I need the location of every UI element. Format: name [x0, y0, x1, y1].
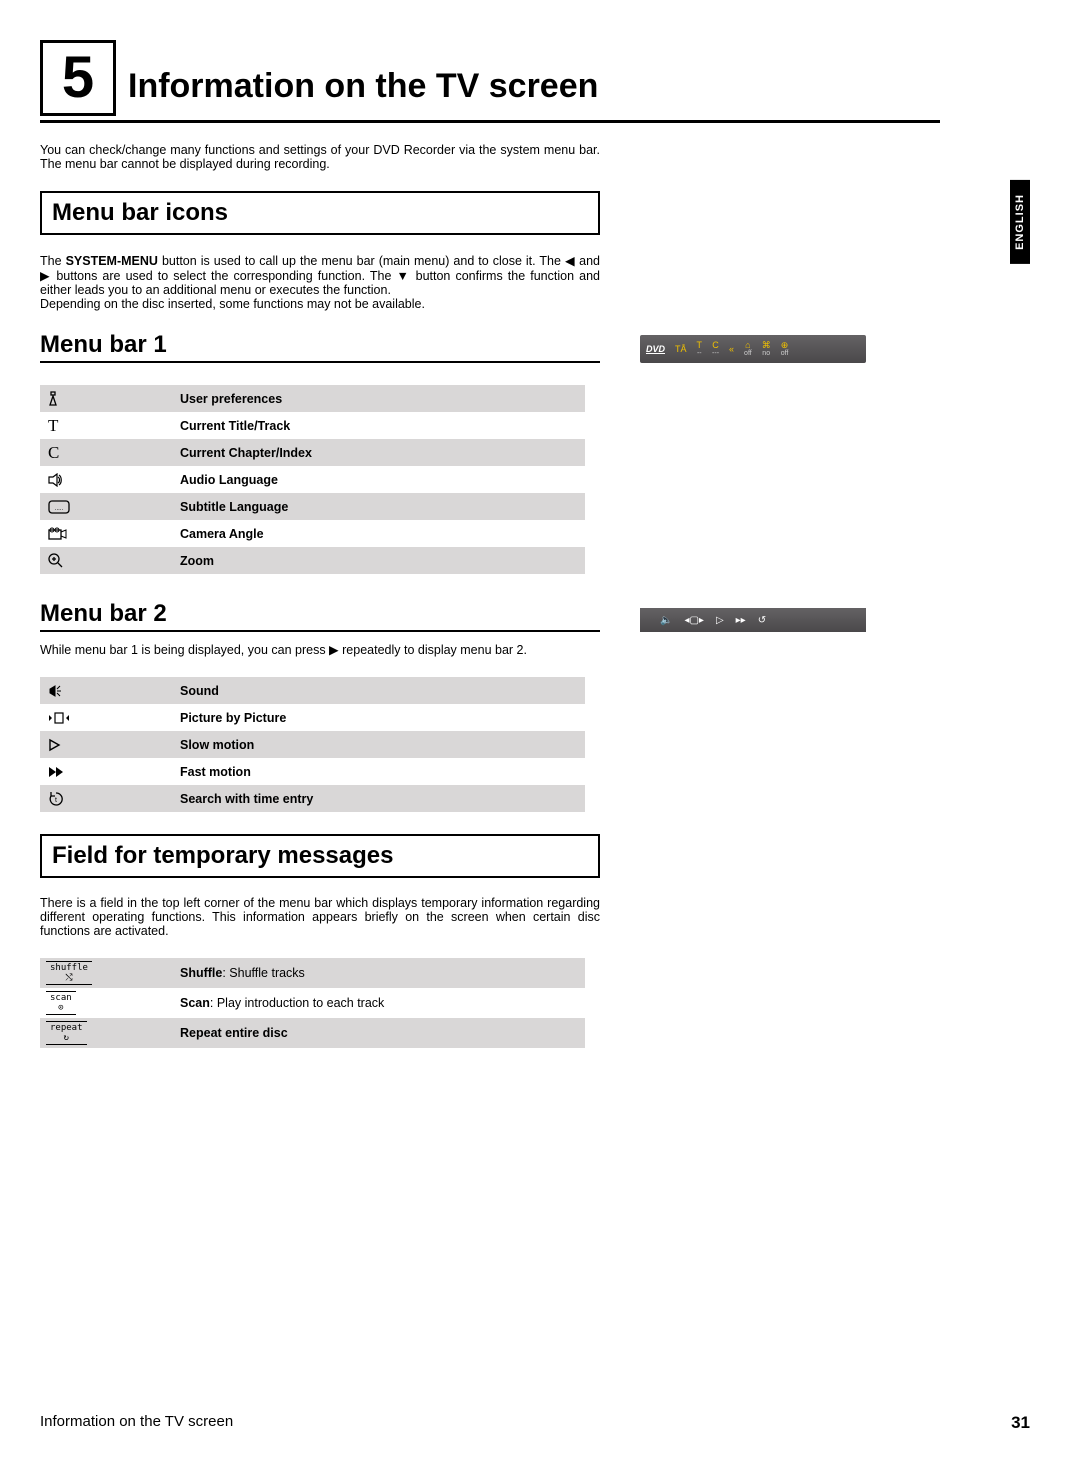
osd-dvd-label: DVD — [646, 344, 665, 354]
item-label: Picture by Picture — [180, 711, 585, 725]
chapter-header: 5 Information on the TV screen — [40, 40, 940, 123]
item-label: Shuffle: Shuffle tracks — [180, 966, 585, 980]
item-label: Sound — [180, 684, 585, 698]
osd-cell: « — [729, 345, 734, 354]
item-label: Subtitle Language — [180, 500, 585, 514]
menu2-paragraph: While menu bar 1 is being displayed, you… — [40, 642, 600, 657]
item-label: Audio Language — [180, 473, 585, 487]
osd-cell: ⌂ — [745, 341, 750, 350]
text: buttons are used to select the correspon… — [51, 269, 396, 283]
menu1-items: User preferences TCurrent Title/Track CC… — [40, 385, 585, 574]
item-label: Zoom — [180, 554, 585, 568]
osd-cell-val: -- — [697, 350, 702, 357]
item-label: Search with time entry — [180, 792, 585, 806]
shuffle-icon: shuffle⤭ — [46, 961, 92, 985]
zoom-icon — [40, 553, 180, 569]
section-heading-icons: Menu bar icons — [40, 191, 600, 235]
search-icon: t — [40, 791, 180, 807]
osd-cell-val: off — [744, 350, 752, 357]
menu2-items: Sound Picture by Picture Slow motion Fas… — [40, 677, 585, 812]
audio-icon — [40, 473, 180, 487]
title-icon: T — [40, 416, 180, 436]
slow-icon — [40, 738, 180, 752]
search-osd-icon: ↺ — [758, 615, 766, 626]
osd-cell-val: no — [762, 350, 770, 357]
text: While menu bar 1 is being displayed, you… — [40, 643, 329, 657]
pbp-osd-icon: ◂▢▸ — [684, 615, 704, 626]
right-arrow-icon: ▶ — [40, 269, 51, 283]
sound-icon — [40, 684, 180, 698]
svg-text:t: t — [55, 797, 57, 804]
osd-cell: C — [712, 341, 719, 350]
fast-osd-icon: ▸▸ — [736, 615, 746, 626]
osd-bar-2: 🔈 ◂▢▸ ▷ ▸▸ ↺ — [640, 608, 866, 632]
prefs-icon — [40, 391, 180, 407]
osd-bar-1: DVD TÅ T-- C--- « ⌂off ⌘no ⊕off — [640, 335, 866, 363]
item-label: User preferences — [180, 392, 585, 406]
right-arrow-icon: ▶ — [329, 643, 339, 657]
repeat-icon: repeat↻ — [46, 1021, 87, 1045]
osd-cell: T — [697, 341, 703, 350]
chapter-icon: C — [40, 443, 180, 463]
intro-paragraph: You can check/change many functions and … — [40, 143, 600, 171]
item-label: Slow motion — [180, 738, 585, 752]
text: The — [40, 254, 66, 268]
subtitle-icon: ..... — [40, 500, 180, 514]
osd-cell: TÅ — [675, 345, 687, 354]
text: repeatedly to display menu bar 2. — [339, 643, 527, 657]
text: button is used to call up the menu bar (… — [158, 254, 565, 268]
page-footer: Information on the TV screen 31 — [40, 1413, 1030, 1433]
pbp-icon — [40, 711, 180, 725]
section-heading-messages: Field for temporary messages — [40, 834, 600, 878]
section1-paragraph: The SYSTEM-MENU button is used to call u… — [40, 253, 600, 311]
item-label: Repeat entire disc — [180, 1026, 585, 1040]
item-label: Camera Angle — [180, 527, 585, 541]
camera-icon — [40, 527, 180, 541]
language-tab: ENGLISH — [1010, 180, 1030, 264]
menu2-heading: Menu bar 2 — [40, 600, 600, 632]
page-number: 31 — [1011, 1413, 1030, 1433]
item-label: Current Chapter/Index — [180, 446, 585, 460]
svg-text:.....: ..... — [55, 506, 64, 512]
menu1-heading: Menu bar 1 — [40, 331, 600, 363]
system-menu-label: SYSTEM-MENU — [66, 254, 158, 268]
osd-cell: ⌘ — [762, 341, 771, 350]
left-arrow-icon: ◀ — [565, 254, 575, 268]
osd-cell-val: off — [781, 350, 789, 357]
chapter-number: 5 — [40, 40, 116, 116]
scan-icon: scan⊙ — [46, 991, 76, 1015]
item-label: Scan: Play introduction to each track — [180, 996, 585, 1010]
down-arrow-icon: ▼ — [397, 269, 411, 283]
messages-paragraph: There is a field in the top left corner … — [40, 896, 600, 938]
osd-cell-val: --- — [712, 350, 719, 357]
text: Depending on the disc inserted, some fun… — [40, 297, 425, 311]
item-label: Fast motion — [180, 765, 585, 779]
text: and — [575, 254, 600, 268]
item-label: Current Title/Track — [180, 419, 585, 433]
sound-osd-icon: 🔈 — [660, 615, 672, 626]
messages-items: shuffle⤭ Shuffle: Shuffle tracks scan⊙ S… — [40, 958, 585, 1048]
slow-osd-icon: ▷ — [716, 615, 724, 626]
osd-cell: ⊕ — [781, 341, 789, 350]
footer-title: Information on the TV screen — [40, 1413, 233, 1433]
fast-icon — [40, 765, 180, 779]
chapter-title: Information on the TV screen — [128, 67, 598, 106]
